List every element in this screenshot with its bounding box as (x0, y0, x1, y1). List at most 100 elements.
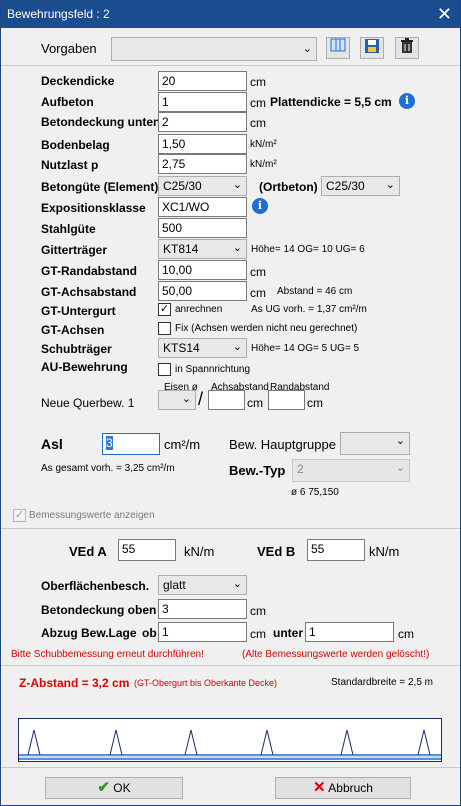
gt-achsabstand-info: Abstand = 46 cm (277, 286, 353, 297)
vorgaben-label: Vorgaben (41, 41, 97, 56)
separator (1, 767, 460, 768)
as-gesamt-text: As gesamt vorh. = 3,25 cm²/m (41, 463, 175, 474)
hauptgruppe-select[interactable]: ⌄ (340, 432, 410, 455)
ved-a-unit: kN/m (184, 544, 215, 559)
columns-icon (330, 38, 346, 52)
gt-achsabstand-input[interactable]: 50,00 (158, 281, 247, 301)
aufbeton-unit: cm (250, 96, 266, 110)
gt-randabstand-input[interactable]: 10,00 (158, 260, 247, 280)
nutzlast-unit: kN/m² (250, 159, 277, 170)
chevron-down-icon: ⌄ (232, 578, 242, 590)
info-icon[interactable]: i (252, 198, 268, 214)
gt-achsen-checkbox[interactable] (158, 322, 171, 335)
chevron-down-icon: ⌄ (181, 393, 191, 405)
gt-untergurt-checkbox-label: anrechnen (175, 304, 223, 315)
ved-b-input[interactable]: 55 (307, 539, 365, 561)
bemessung-label: Bemessungswerte anzeigen (29, 510, 155, 521)
slab-diagram (18, 718, 442, 762)
ok-button-label: OK (113, 781, 131, 795)
abzug-ob-input[interactable]: 1 (158, 622, 247, 642)
betondeckung-oben-input[interactable]: 3 (158, 599, 247, 619)
warning-text: Bitte Schubbemessung erneut durchführen! (11, 649, 204, 660)
gt-achsabstand-unit: cm (250, 286, 266, 300)
ortbeton-select[interactable]: C25/30 ⌄ (321, 176, 400, 196)
ved-a-label: VEd A (69, 544, 107, 559)
gittertraeger-select[interactable]: KT814 ⌄ (158, 239, 247, 259)
bodenbelag-unit: kN/m² (250, 139, 277, 150)
bew-typ-label: Bew.-Typ (229, 463, 286, 478)
slash-separator: / (198, 389, 204, 409)
chevron-down-icon: ⌄ (232, 242, 242, 254)
gt-untergurt-info: As UG vorh. = 1,37 cm²/m (251, 304, 367, 315)
save-icon-button[interactable] (360, 37, 384, 59)
bemessung-checkbox[interactable]: ✓ (13, 509, 26, 522)
checkmark-icon: ✔ (97, 779, 110, 796)
deckendicke-input[interactable]: 20 (158, 71, 247, 91)
abzug-ob-unit: cm (250, 627, 266, 641)
expositionsklasse-label: Expositionsklasse (41, 201, 146, 215)
vorgaben-select[interactable]: ⌄ (111, 37, 317, 61)
achsabstand-unit: cm (247, 396, 263, 410)
abzug-label: Abzug Bew.Lage (41, 626, 137, 640)
z-abstand-note: (GT-Obergurt bis Oberkante Decke) (134, 678, 278, 688)
oberflaeche-select[interactable]: glatt ⌄ (158, 575, 247, 595)
close-icon: ✕ (313, 779, 326, 796)
cancel-button-label: Abbruch (328, 781, 373, 795)
schubtraeger-info: Höhe= 14 OG= 5 UG= 5 (251, 343, 360, 354)
schubtraeger-select[interactable]: KTS14 ⌄ (158, 338, 247, 358)
standardbreite-text: Standardbreite = 2,5 m (331, 677, 434, 688)
betondeckung-unten-unit: cm (250, 116, 266, 130)
schubtraeger-label: Schubträger (41, 342, 112, 356)
bew-typ-info: ø 6 75,150 (291, 487, 339, 498)
close-icon[interactable]: ✕ (437, 4, 452, 24)
asl-unit: cm²/m (164, 437, 201, 452)
betondeckung-oben-label: Betondeckung oben (41, 603, 157, 617)
chevron-down-icon: ⌄ (302, 43, 312, 55)
oberflaeche-label: Oberflächenbesch. (41, 579, 150, 593)
dialog-window: Bewehrungsfeld : 2 ✕ Vorgaben ⌄ Deckendi… (0, 0, 461, 806)
gt-randabstand-label: GT-Randabstand (41, 264, 138, 278)
randabstand-input[interactable] (268, 390, 305, 410)
hauptgruppe-label: Bew. Hauptgruppe (229, 437, 336, 452)
abzug-unter-label: unter (273, 626, 303, 640)
chevron-down-icon: ⌄ (385, 179, 395, 191)
au-bewehrung-checkbox[interactable] (158, 363, 171, 376)
chevron-down-icon: ⌄ (395, 462, 405, 474)
abzug-unter-input[interactable]: 1 (305, 622, 394, 642)
separator (1, 665, 460, 666)
nutzlast-label: Nutzlast p (41, 158, 99, 172)
asl-label: Asl (41, 436, 63, 452)
bodenbelag-label: Bodenbelag (41, 138, 110, 152)
title-bar: Bewehrungsfeld : 2 ✕ (1, 1, 460, 28)
aufbeton-input[interactable]: 1 (158, 92, 247, 112)
nutzlast-input[interactable]: 2,75 (158, 154, 247, 174)
gt-untergurt-label: GT-Untergurt (41, 304, 116, 318)
betondeckung-unten-input[interactable]: 2 (158, 112, 247, 132)
gittertraeger-label: Gitterträger (41, 243, 108, 257)
betonguete-select[interactable]: C25/30 ⌄ (158, 176, 247, 196)
ved-a-input[interactable]: 55 (118, 539, 176, 561)
trash-icon (401, 38, 413, 53)
ok-button[interactable]: ✔ OK (45, 777, 183, 799)
betondeckung-unten-label: Betondeckung unten (41, 115, 161, 129)
gt-untergurt-checkbox[interactable]: ✓ (158, 303, 171, 316)
delete-icon-button[interactable] (395, 37, 419, 59)
eisen-select[interactable]: ⌄ (158, 390, 196, 410)
info-icon[interactable]: i (399, 93, 415, 109)
bew-typ-select[interactable]: 2 ⌄ (292, 459, 410, 482)
warning-note: (Alte Bemessungswerte werden gelöscht!) (242, 649, 430, 660)
aufbeton-label: Aufbeton (41, 95, 94, 109)
chevron-down-icon: ⌄ (395, 435, 405, 447)
querbew-label: Neue Querbew. 1 (41, 396, 135, 410)
separator (1, 528, 460, 529)
deckendicke-unit: cm (250, 75, 266, 89)
bodenbelag-input[interactable]: 1,50 (158, 134, 247, 154)
stahlguete-input[interactable]: 500 (158, 218, 247, 238)
asl-input[interactable]: 3 (102, 433, 160, 455)
gt-randabstand-unit: cm (250, 265, 266, 279)
expositionsklasse-input[interactable]: XC1/WO (158, 197, 247, 217)
cancel-button[interactable]: ✕ Abbruch (275, 777, 411, 799)
ved-b-unit: kN/m (369, 544, 400, 559)
achsabstand-input[interactable] (208, 390, 245, 410)
columns-icon-button[interactable] (326, 37, 350, 59)
